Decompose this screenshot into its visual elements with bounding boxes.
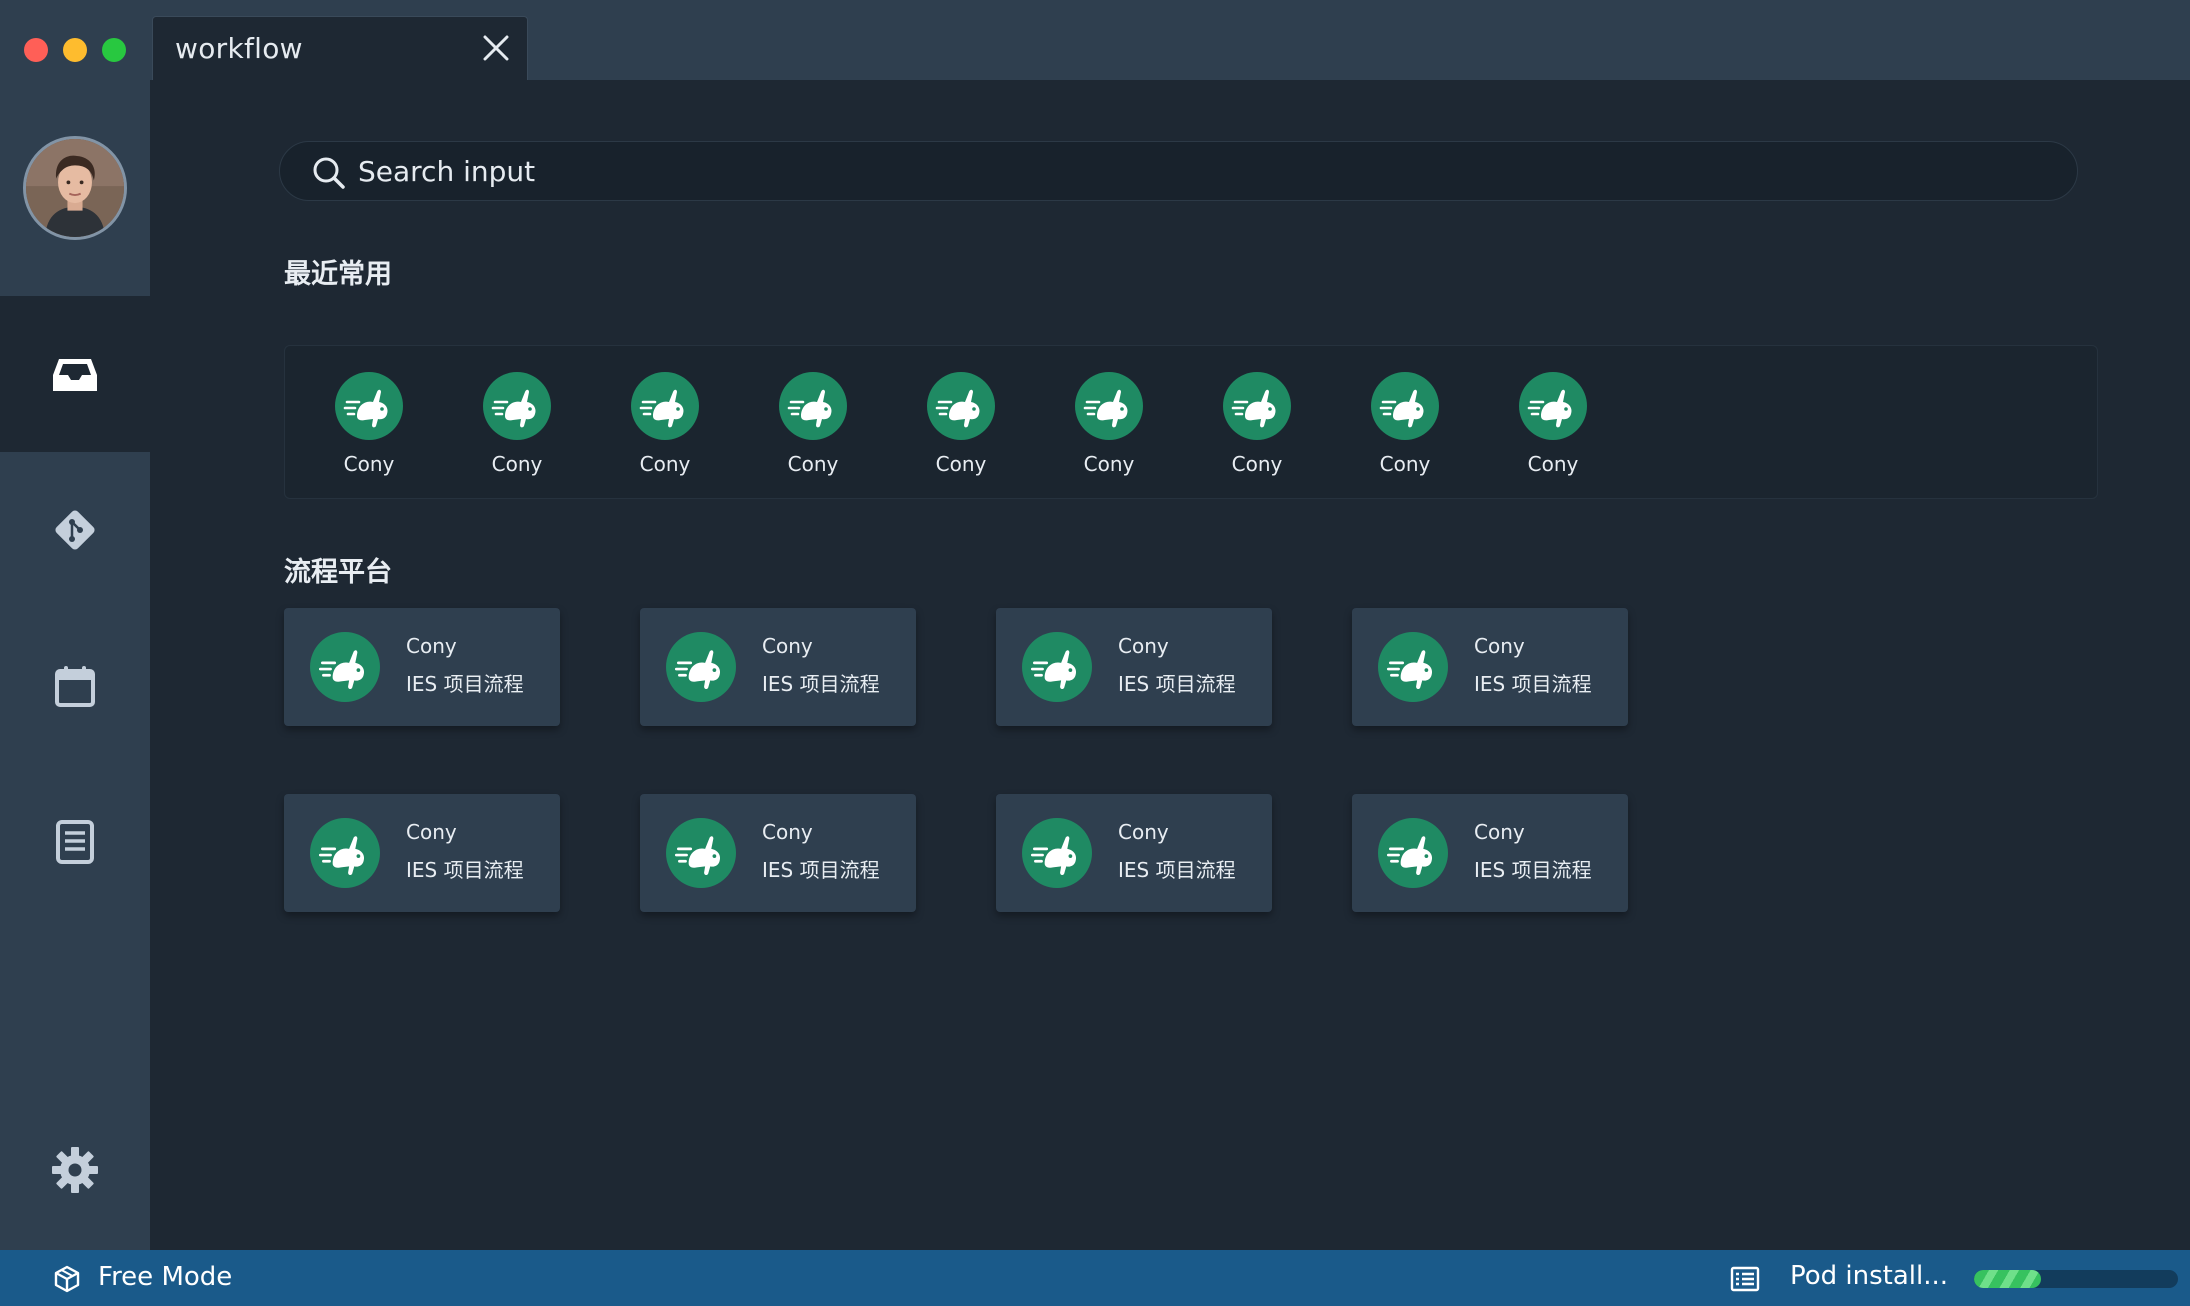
rabbit-logo-icon (927, 372, 995, 440)
card-title: Cony (406, 634, 457, 658)
cube-icon (54, 1265, 80, 1293)
card-subtitle: IES 项目流程 (1118, 672, 1236, 696)
git-icon (55, 510, 95, 550)
maximize-window-button[interactable] (102, 38, 126, 62)
rabbit-logo-icon (483, 372, 551, 440)
sidebar-item-documents[interactable] (0, 764, 150, 920)
task-progress-bar (1974, 1270, 2178, 1288)
card-title: Cony (762, 820, 813, 844)
rabbit-logo-icon (310, 818, 380, 888)
recent-item-label: Cony (1231, 452, 1283, 476)
close-window-button[interactable] (24, 38, 48, 62)
close-icon[interactable] (481, 33, 511, 63)
tab-workflow[interactable]: workflow (152, 16, 528, 80)
card-subtitle: IES 项目流程 (762, 858, 880, 882)
recent-item[interactable]: Cony (1345, 372, 1465, 482)
rabbit-logo-icon (1371, 372, 1439, 440)
rabbit-logo-icon (1378, 632, 1448, 702)
card-title: Cony (1118, 820, 1169, 844)
workflow-card[interactable]: Cony IES 项目流程 (640, 794, 916, 912)
platform-section-title: 流程平台 (284, 557, 392, 588)
recent-item[interactable]: Cony (1493, 372, 1613, 482)
workflow-card[interactable]: Cony IES 项目流程 (284, 608, 560, 726)
recent-item[interactable]: Cony (901, 372, 1021, 482)
card-title: Cony (406, 820, 457, 844)
sidebar-item-inbox[interactable] (0, 296, 150, 452)
workflow-card[interactable]: Cony IES 项目流程 (996, 794, 1272, 912)
card-title: Cony (762, 634, 813, 658)
recent-item[interactable]: Cony (457, 372, 577, 482)
recent-item-label: Cony (343, 452, 395, 476)
mode-label[interactable]: Free Mode (98, 1262, 232, 1292)
recent-panel: Cony Cony Cony Cony Cony Cony Cony Cony … (284, 345, 2098, 499)
rabbit-logo-icon (1519, 372, 1587, 440)
recent-section-title: 最近常用 (284, 259, 392, 290)
avatar[interactable] (23, 136, 127, 240)
recent-item[interactable]: Cony (1197, 372, 1317, 482)
card-subtitle: IES 项目流程 (762, 672, 880, 696)
title-bar: workflow (0, 0, 2190, 80)
task-list-icon[interactable] (1730, 1265, 1760, 1293)
card-subtitle: IES 项目流程 (406, 858, 524, 882)
rabbit-logo-icon (666, 818, 736, 888)
calendar-icon (55, 666, 95, 707)
card-subtitle: IES 项目流程 (406, 672, 524, 696)
search-input[interactable] (358, 142, 2058, 200)
card-subtitle: IES 项目流程 (1118, 858, 1236, 882)
gear-icon (52, 1147, 98, 1193)
recent-item-label: Cony (491, 452, 543, 476)
workflow-card[interactable]: Cony IES 项目流程 (284, 794, 560, 912)
settings-button[interactable] (0, 1140, 150, 1200)
rabbit-logo-icon (1022, 632, 1092, 702)
recent-item[interactable]: Cony (753, 372, 873, 482)
workflow-card[interactable]: Cony IES 项目流程 (1352, 608, 1628, 726)
rabbit-logo-icon (631, 372, 699, 440)
search-icon (313, 157, 345, 189)
rabbit-logo-icon (666, 632, 736, 702)
card-title: Cony (1474, 634, 1525, 658)
rabbit-logo-icon (310, 632, 380, 702)
card-title: Cony (1118, 634, 1169, 658)
rabbit-logo-icon (779, 372, 847, 440)
recent-item-label: Cony (787, 452, 839, 476)
rabbit-logo-icon (1022, 818, 1092, 888)
rabbit-logo-icon (1075, 372, 1143, 440)
user-avatar-image (26, 139, 124, 237)
workflow-card[interactable]: Cony IES 项目流程 (996, 608, 1272, 726)
card-subtitle: IES 项目流程 (1474, 858, 1592, 882)
workflow-card[interactable]: Cony IES 项目流程 (1352, 794, 1628, 912)
card-subtitle: IES 项目流程 (1474, 672, 1592, 696)
workflow-card[interactable]: Cony IES 项目流程 (640, 608, 916, 726)
task-progress-fill (1974, 1270, 2042, 1288)
search-bar (279, 141, 2078, 201)
recent-item-label: Cony (1083, 452, 1135, 476)
rabbit-logo-icon (1378, 818, 1448, 888)
recent-item[interactable]: Cony (1049, 372, 1169, 482)
recent-item[interactable]: Cony (309, 372, 429, 482)
tab-label: workflow (175, 32, 303, 65)
recent-item[interactable]: Cony (605, 372, 725, 482)
sidebar (0, 80, 150, 1250)
sidebar-item-calendar[interactable] (0, 608, 150, 764)
inbox-icon (53, 359, 97, 391)
document-icon (56, 820, 94, 864)
recent-item-label: Cony (639, 452, 691, 476)
minimize-window-button[interactable] (63, 38, 87, 62)
recent-item-label: Cony (935, 452, 987, 476)
recent-item-label: Cony (1379, 452, 1431, 476)
card-title: Cony (1474, 820, 1525, 844)
status-bar: Free Mode Pod install... (0, 1250, 2190, 1306)
task-status-text: Pod install... (1790, 1261, 1949, 1291)
recent-item-label: Cony (1527, 452, 1579, 476)
rabbit-logo-icon (1223, 372, 1291, 440)
rabbit-logo-icon (335, 372, 403, 440)
sidebar-item-git[interactable] (0, 452, 150, 608)
